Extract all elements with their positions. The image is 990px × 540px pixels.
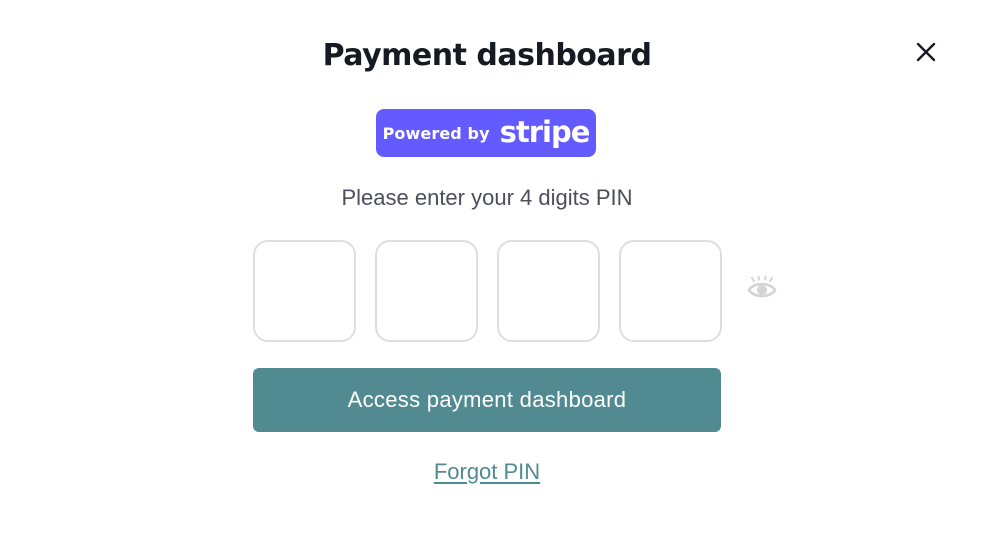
eye-icon [746,275,778,305]
pin-digit-4[interactable] [619,240,722,342]
pin-input-group [253,240,722,342]
forgot-pin-link[interactable]: Forgot PIN [0,459,974,485]
close-icon [915,41,937,68]
powered-by-stripe-badge: Powered by stripe [376,109,596,157]
show-pin-toggle[interactable] [745,275,779,305]
pin-digit-1[interactable] [253,240,356,342]
stripe-logo: stripe [499,114,591,149]
badge-prefix: Powered by [382,123,490,143]
pin-prompt: Please enter your 4 digits PIN [341,185,633,210]
close-button[interactable] [910,38,942,70]
pin-digit-2[interactable] [375,240,478,342]
payment-dashboard-modal: Payment dashboard Powered by stripe Plea… [0,0,990,540]
access-dashboard-button[interactable]: Access payment dashboard [253,368,721,432]
modal-title: Payment dashboard [322,38,652,73]
pin-digit-3[interactable] [497,240,600,342]
